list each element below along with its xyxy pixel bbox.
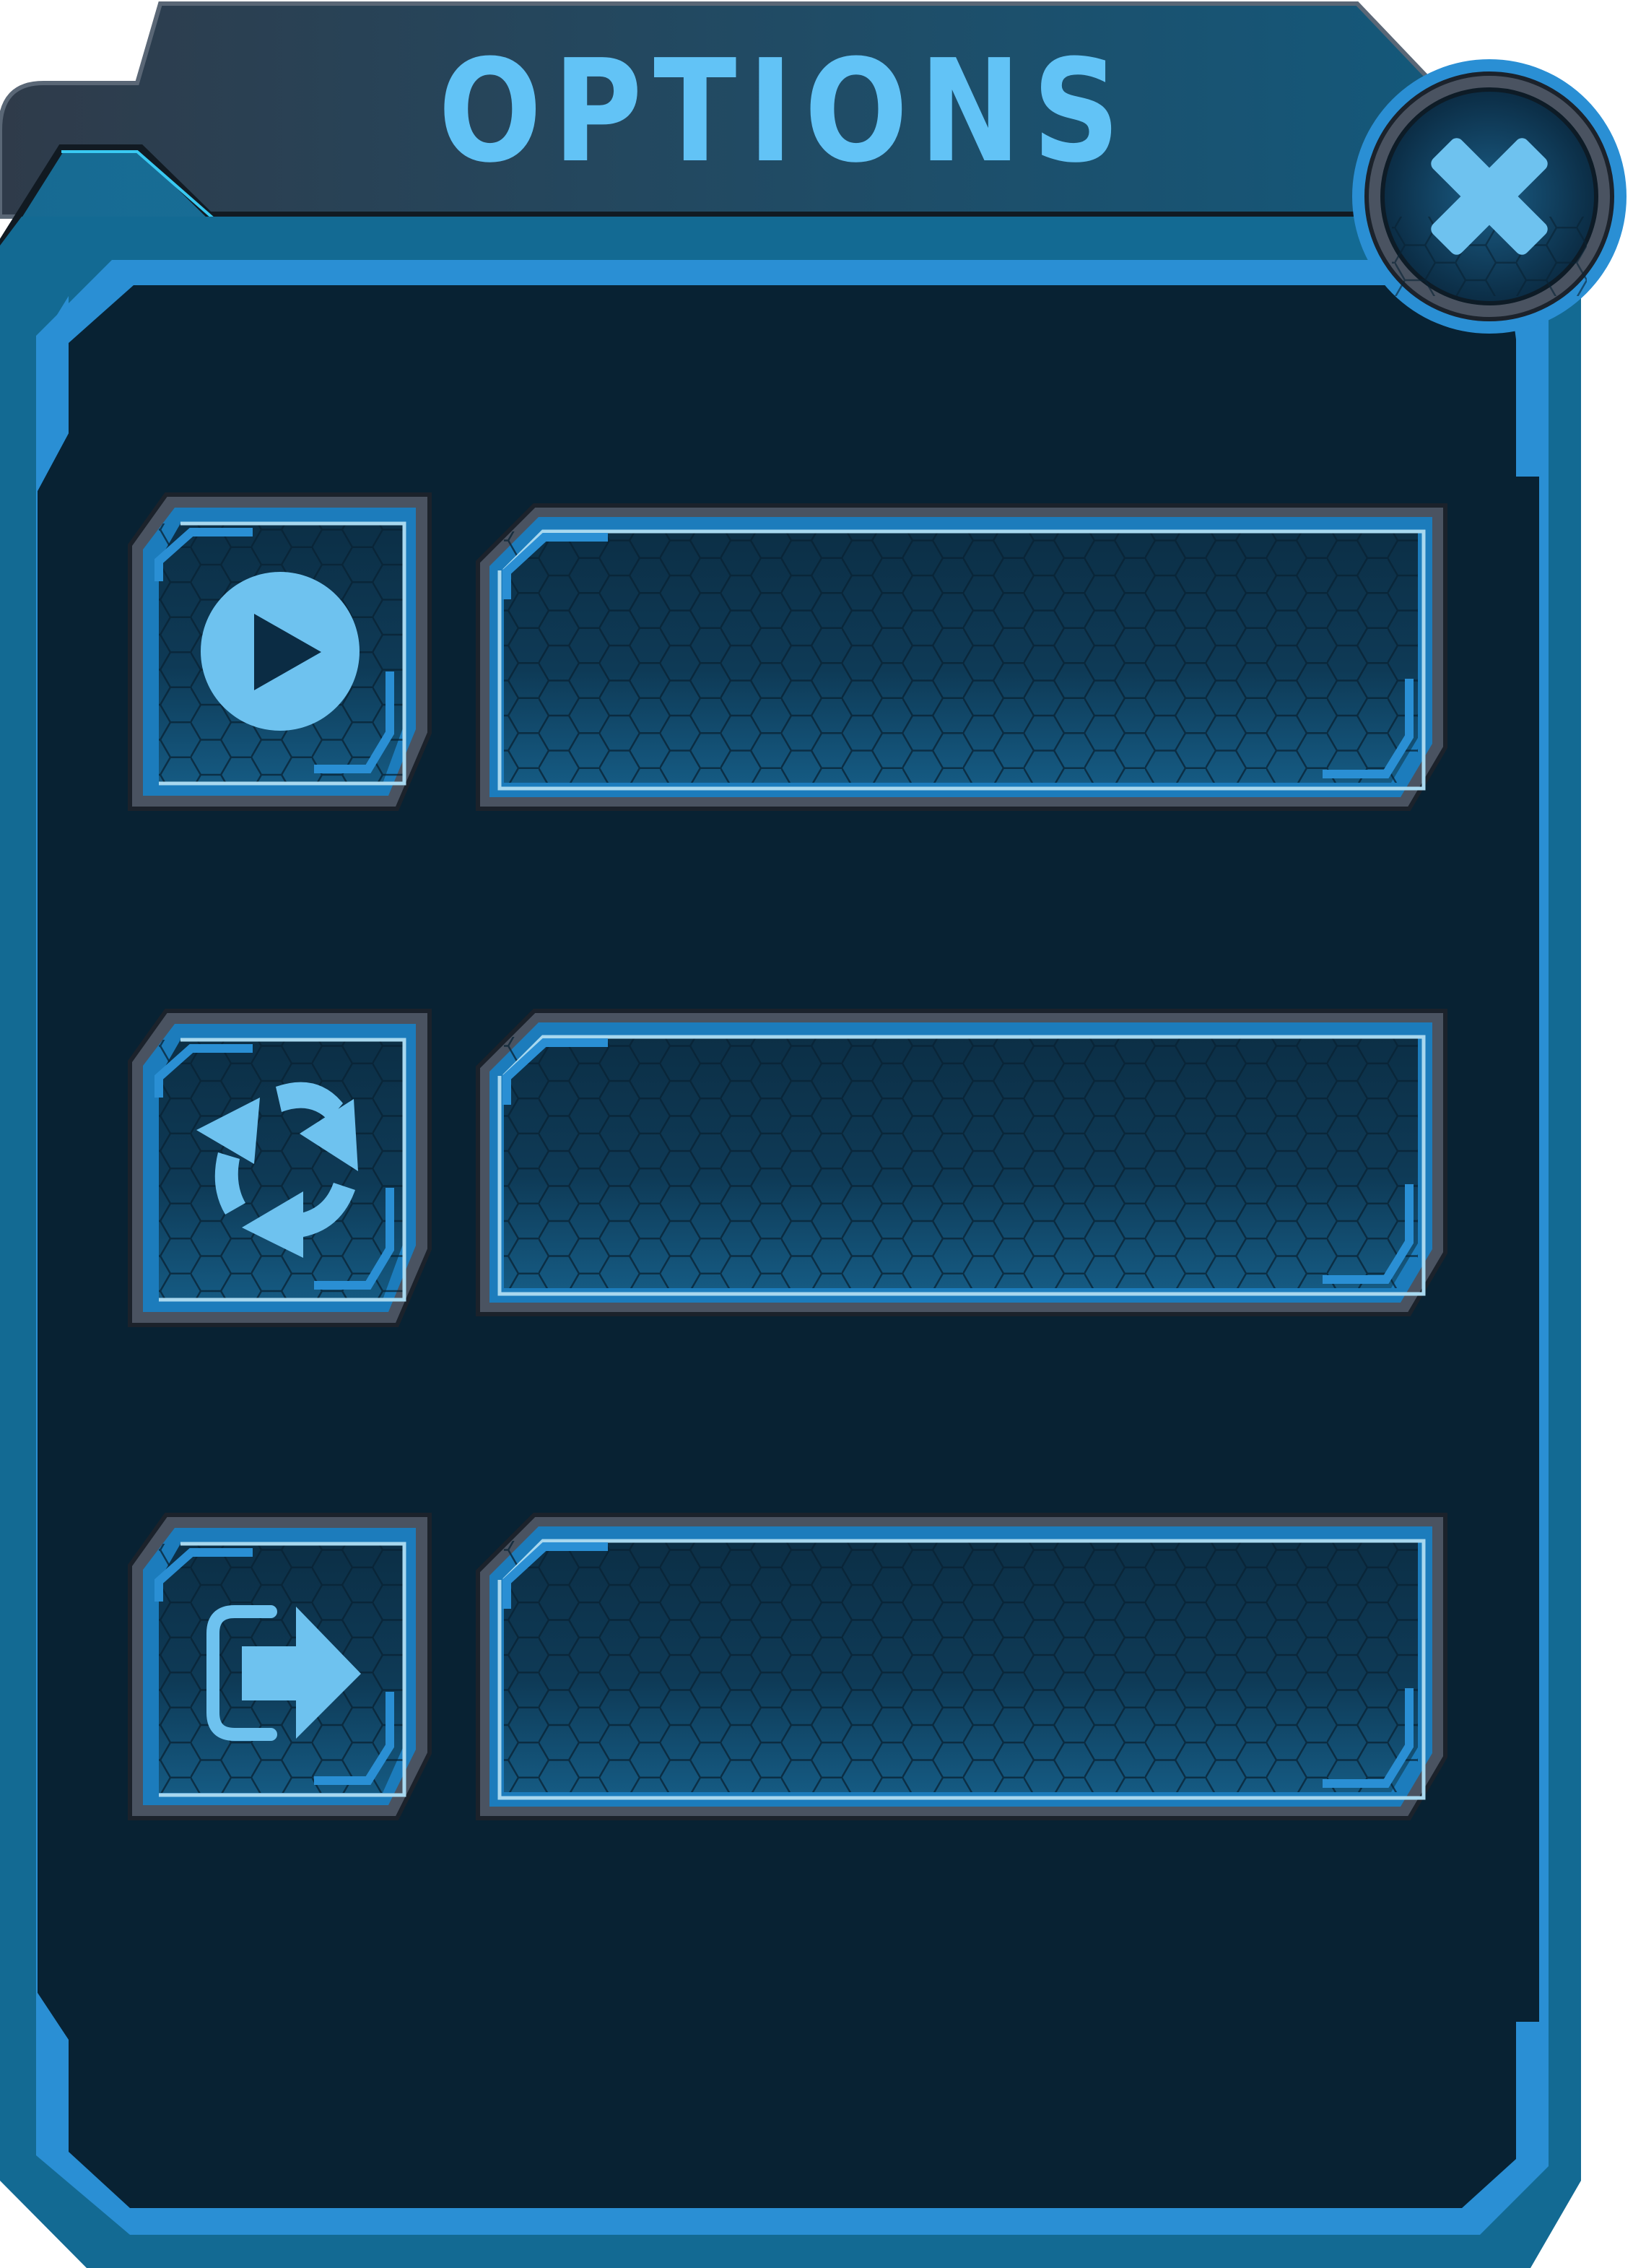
- option-label-2: [534, 1126, 1401, 1170]
- option-label-3: [534, 1632, 1401, 1675]
- play-icon: [201, 572, 360, 731]
- option-icon-slot-2[interactable]: [128, 1009, 432, 1327]
- close-button[interactable]: [1352, 59, 1627, 334]
- dialog-title: OPTIONS: [438, 30, 1131, 194]
- option-label-1: [534, 621, 1401, 664]
- options-dialog: OPTIONS: [0, 0, 1633, 2268]
